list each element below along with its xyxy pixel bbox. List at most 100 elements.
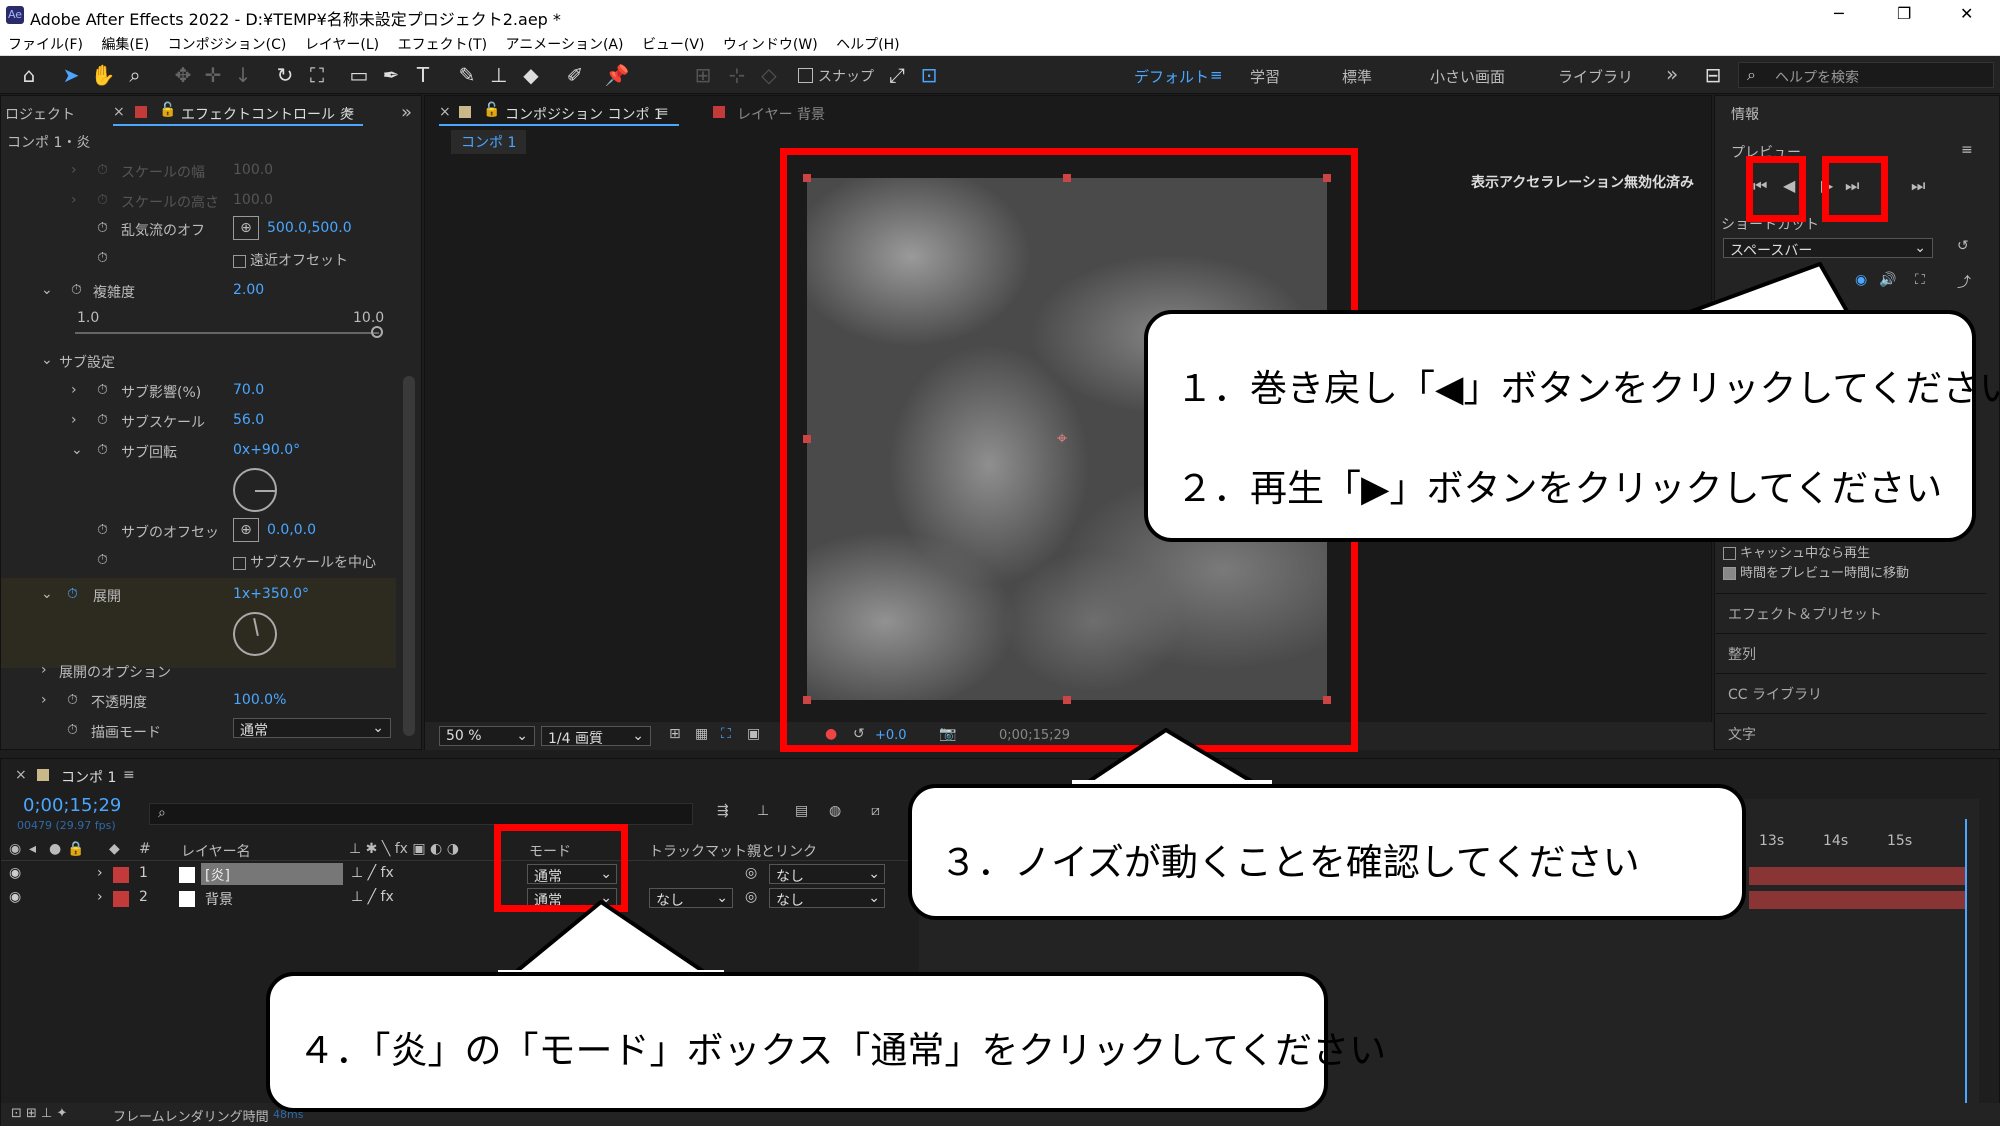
close-tab-icon[interactable]: × bbox=[113, 104, 125, 120]
cache-play-checkbox[interactable]: キャッシュ中なら再生 bbox=[1723, 542, 1870, 561]
tab-layer[interactable]: レイヤー 背景 bbox=[737, 104, 825, 124]
region-icon[interactable]: ▣ bbox=[747, 726, 760, 742]
menu-window[interactable]: ウィンドウ(W) bbox=[723, 37, 818, 53]
target-icon[interactable]: ⊕ bbox=[233, 216, 259, 240]
evolution-dial[interactable] bbox=[233, 612, 277, 656]
axis-world-icon[interactable]: ⊹ bbox=[724, 62, 750, 88]
reset-icon[interactable]: ↺ bbox=[1957, 238, 1969, 254]
workspace-menu-icon[interactable]: ≡ bbox=[1210, 66, 1223, 84]
prop-value[interactable]: 56.0 bbox=[233, 412, 264, 428]
pickwhip-icon[interactable]: ◎ bbox=[745, 889, 757, 905]
axis-view-icon[interactable]: ◇ bbox=[756, 62, 782, 88]
info-header[interactable]: 情報 bbox=[1731, 104, 1759, 124]
pickwhip-icon[interactable]: ◎ bbox=[745, 865, 757, 881]
stopwatch-icon[interactable]: ⏱ bbox=[97, 382, 108, 398]
rotation-dial[interactable] bbox=[233, 468, 277, 512]
playhead[interactable] bbox=[1965, 819, 1967, 1105]
tab-project[interactable]: ロジェクト bbox=[5, 104, 75, 124]
snap-options-icon[interactable]: ⤢ bbox=[884, 62, 910, 88]
label-color[interactable] bbox=[113, 867, 129, 883]
frame-blending-icon[interactable]: ◍ bbox=[829, 803, 841, 819]
help-search-box[interactable]: ⌕ ヘルプを検索 bbox=[1738, 62, 1994, 88]
puppet-pin-icon[interactable]: 📌 bbox=[604, 62, 630, 88]
rotate-tool-icon[interactable]: ↻ bbox=[272, 62, 298, 88]
perspective-checkbox[interactable]: 遠近オフセット bbox=[233, 250, 348, 270]
layer-bar-1[interactable] bbox=[1749, 867, 1965, 885]
menu-layer[interactable]: レイヤー(L) bbox=[305, 37, 379, 53]
stopwatch-icon[interactable]: ⏱ bbox=[97, 220, 108, 236]
workspace-learn[interactable]: 学習 bbox=[1250, 66, 1280, 87]
anchor-tool-icon[interactable]: ⛶ bbox=[304, 62, 330, 88]
close-button[interactable]: ✕ bbox=[1960, 4, 1973, 23]
minimize-button[interactable]: ─ bbox=[1834, 4, 1844, 23]
menu-edit[interactable]: 編集(E) bbox=[101, 37, 149, 53]
stopwatch-icon[interactable]: ⏱ bbox=[97, 442, 108, 458]
blend-mode-dropdown[interactable]: 通常 ⌄ bbox=[233, 718, 391, 739]
scrollbar[interactable] bbox=[403, 376, 415, 736]
snap-checkbox[interactable] bbox=[798, 68, 813, 83]
panel-menu-icon[interactable]: ≡ bbox=[1961, 142, 1973, 158]
snap-target-icon[interactable]: ⊡ bbox=[916, 62, 942, 88]
sub-tab-comp[interactable]: コンポ 1 bbox=[451, 130, 527, 154]
pan-tool-icon[interactable]: ✛ bbox=[200, 62, 226, 88]
close-tab-icon[interactable]: × bbox=[439, 104, 451, 120]
timecode-display[interactable]: 0;00;15;29 bbox=[23, 795, 121, 816]
pen-tool-icon[interactable]: ✒ bbox=[378, 62, 404, 88]
label-color[interactable] bbox=[113, 891, 129, 907]
zoom-tool-icon[interactable]: ⌕ bbox=[122, 62, 148, 88]
trackmatte-header[interactable]: トラックマット bbox=[649, 841, 747, 861]
panel-menu-icon[interactable]: ≡ bbox=[123, 767, 135, 783]
prop-value[interactable]: 0x+90.0° bbox=[233, 442, 300, 458]
text-tool-icon[interactable]: T bbox=[410, 62, 436, 88]
cc-libraries-panel[interactable]: CC ライブラリ bbox=[1716, 673, 1986, 709]
transparency-grid-icon[interactable]: ▦ bbox=[695, 726, 708, 742]
layer-switches[interactable]: ⊥ ╱ fx bbox=[351, 889, 394, 905]
complexity-slider[interactable] bbox=[75, 332, 379, 334]
target-icon[interactable]: ⊕ bbox=[233, 518, 259, 542]
prop-value[interactable]: 0.0,0.0 bbox=[267, 522, 316, 538]
stopwatch-icon[interactable]: ⏱ bbox=[97, 250, 108, 266]
render-icon[interactable]: ⊡ ⊞ ⊥ ✦ bbox=[11, 1106, 67, 1121]
center-subscale-checkbox[interactable]: サブスケールを中心 bbox=[233, 552, 376, 572]
orbit-tool-icon[interactable]: ✥ bbox=[170, 62, 196, 88]
close-tab-icon[interactable]: × bbox=[15, 767, 27, 783]
lock-icon[interactable]: 🔓 bbox=[159, 102, 176, 118]
menu-file[interactable]: ファイル(F) bbox=[8, 37, 83, 53]
tab-timeline[interactable]: コンポ 1 bbox=[61, 767, 116, 787]
mask-visibility-icon[interactable]: ⛶ bbox=[721, 726, 731, 742]
stopwatch-icon[interactable]: ⏱ bbox=[67, 692, 78, 708]
parent-dropdown-layer2[interactable]: なし ⌄ bbox=[769, 888, 885, 909]
visibility-icon[interactable]: ◉ bbox=[9, 865, 21, 881]
audio-icon[interactable]: 🔊 bbox=[1879, 272, 1896, 288]
brush-tool-icon[interactable]: ✎ bbox=[454, 62, 480, 88]
maximize-button[interactable]: ❐ bbox=[1897, 4, 1911, 23]
home-icon[interactable]: ⌂ bbox=[16, 62, 42, 88]
more-workspaces-icon[interactable]: » bbox=[1666, 62, 1678, 86]
panel-menu-icon[interactable]: ≡ bbox=[343, 104, 355, 120]
selection-tool-icon[interactable]: ➤ bbox=[58, 62, 84, 88]
layer-name-header[interactable]: レイヤー名 bbox=[181, 841, 251, 861]
layer-bar-2[interactable] bbox=[1749, 891, 1965, 909]
layer-switches[interactable]: ⊥ ╱ fx bbox=[351, 865, 394, 881]
fit-icon[interactable]: ⊞ bbox=[669, 726, 681, 742]
hand-tool-icon[interactable]: ✋ bbox=[90, 62, 116, 88]
stopwatch-icon[interactable]: ⏱ bbox=[97, 412, 108, 428]
tab-composition[interactable]: コンポジション コンポ 1 bbox=[505, 104, 663, 124]
expand-panels-icon[interactable]: » bbox=[401, 102, 412, 123]
prop-value[interactable]: 70.0 bbox=[233, 382, 264, 398]
stopwatch-icon[interactable]: ⏱ bbox=[97, 522, 108, 538]
comp-flowchart-icon[interactable]: ⇶ bbox=[717, 803, 729, 819]
prop-value[interactable]: 1x+350.0° bbox=[233, 586, 309, 602]
rectangle-tool-icon[interactable]: ▭ bbox=[346, 62, 372, 88]
stopwatch-icon[interactable]: ⏱ bbox=[67, 722, 78, 738]
parent-dropdown-layer1[interactable]: なし ⌄ bbox=[769, 864, 885, 885]
eraser-tool-icon[interactable]: ◆ bbox=[518, 62, 544, 88]
visibility-icon[interactable]: ◉ bbox=[9, 889, 21, 905]
layer-row[interactable]: ◉ › 2 背景 ⊥ ╱ fx 通常 ⌄ なし ⌄ ◎ なし ⌄ bbox=[1, 887, 916, 911]
workspace-small-screen[interactable]: 小さい画面 bbox=[1430, 66, 1505, 87]
move-time-checkbox[interactable]: 時間をプレビュー時間に移動 bbox=[1723, 562, 1909, 581]
panel-menu-icon[interactable]: ≡ bbox=[657, 104, 669, 120]
expand-icon[interactable]: › bbox=[97, 889, 103, 905]
layer-row[interactable]: ◉ › 1 [炎] ⊥ ╱ fx 通常 ⌄ ◎ なし ⌄ bbox=[1, 863, 916, 887]
stopwatch-icon[interactable]: ⏱ bbox=[67, 586, 78, 602]
